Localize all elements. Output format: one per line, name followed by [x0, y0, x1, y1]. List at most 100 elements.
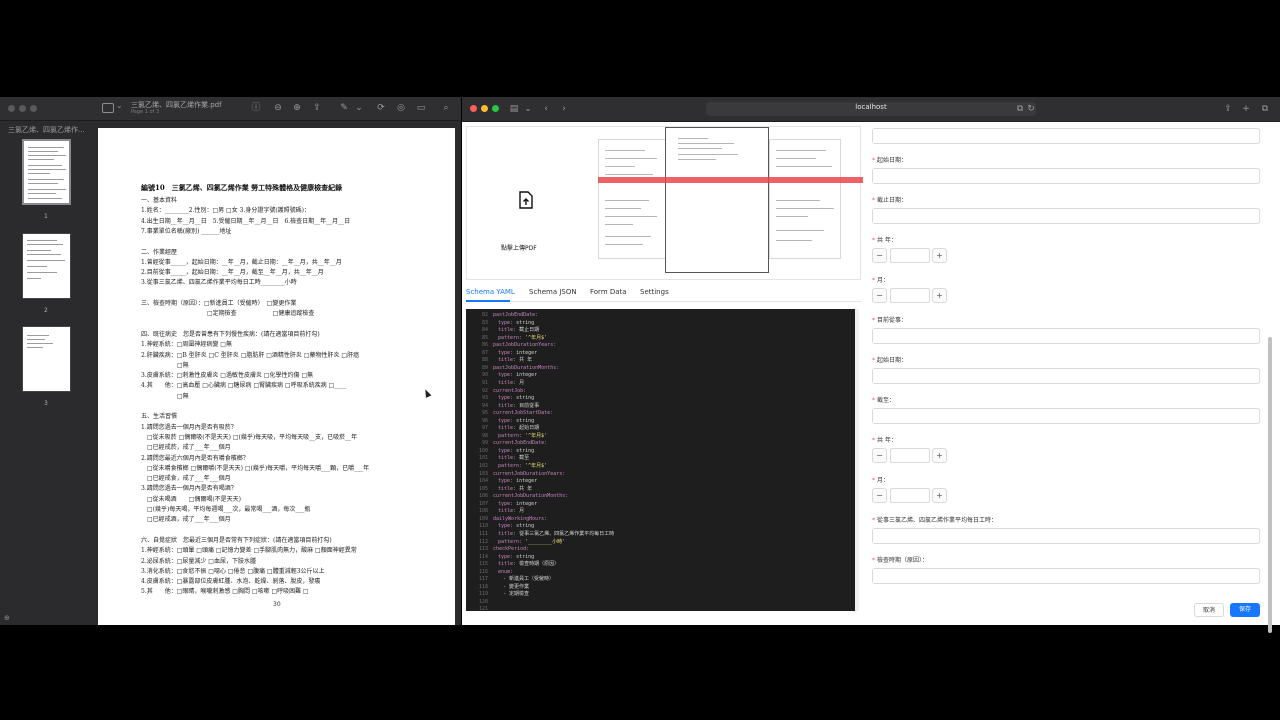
minimize-icon[interactable]: [481, 105, 488, 112]
code-token: enum:: [498, 568, 514, 575]
sidebar-toggle-icon[interactable]: [102, 103, 114, 113]
chevron-down-icon[interactable]: ⌄: [522, 103, 534, 115]
upload-pdf-label: 點擊上傳PDF: [501, 245, 537, 252]
code-token: currentJobDurationYears:: [493, 470, 566, 477]
field-label: * 共 年：: [872, 235, 897, 244]
required-mark: *: [872, 277, 875, 284]
text-input[interactable]: [872, 528, 1260, 544]
code-token: 從事三氯乙烯、四氯乙烯作業平均每日工時: [519, 530, 615, 537]
new-tab-icon[interactable]: +: [1240, 103, 1252, 115]
form-scrollbar[interactable]: [1266, 122, 1274, 633]
tab-settings[interactable]: Settings: [640, 288, 669, 296]
zoom-in-icon[interactable]: ⊕: [291, 102, 303, 114]
page-thumbnail-1[interactable]: [22, 139, 71, 205]
line-number: 121: [478, 606, 488, 611]
form-line: □無: [141, 361, 189, 369]
chevron-down-icon[interactable]: ⌄: [116, 101, 123, 110]
number-input[interactable]: [890, 488, 930, 503]
back-icon[interactable]: ‹: [540, 103, 552, 115]
plus-button[interactable]: +: [932, 448, 947, 463]
text-input[interactable]: [872, 128, 1260, 144]
minus-button[interactable]: −: [872, 248, 887, 263]
required-mark: *: [872, 477, 875, 484]
address-bar[interactable]: localhost: [706, 102, 1036, 116]
form-line: 3.請問您過去一個月內是否有喝酒？: [141, 485, 237, 493]
page-thumbnail-3[interactable]: [22, 326, 71, 392]
reload-icon[interactable]: ↻: [1025, 103, 1037, 115]
search-icon[interactable]: ⌕: [440, 102, 452, 114]
form-line: 1.神經系統：□頭暈 □頭痛 □記憶力變差 □手腳肌肉無力，酸麻 □顏面神經異常: [141, 547, 357, 555]
minus-button[interactable]: −: [872, 488, 887, 503]
pdf-upload-area[interactable]: 點擊上傳PDF: [466, 126, 863, 280]
minimize-icon[interactable]: [19, 105, 26, 112]
share-icon[interactable]: ⇪: [1222, 103, 1234, 115]
cancel-button[interactable]: 取消: [1194, 603, 1224, 617]
thumbnail-label: 3: [44, 400, 48, 407]
field-label: * 起始日期：: [872, 355, 907, 364]
zoom-icon[interactable]: [492, 105, 499, 112]
text-input[interactable]: [872, 168, 1260, 184]
close-icon[interactable]: [8, 105, 15, 112]
sidebar-toggle-icon[interactable]: ▤: [508, 103, 520, 115]
form-line: 二、作業經歷: [141, 248, 178, 256]
plus-button[interactable]: +: [932, 488, 947, 503]
number-stepper[interactable]: − +: [872, 488, 948, 503]
number-input[interactable]: [890, 448, 930, 463]
minus-button[interactable]: −: [872, 288, 887, 303]
form-line: □從未嚼食檳榔 □偶爾嚼(不是天天) □(幾乎)每天嚼，平均每天嚼___顆，已嚼…: [141, 464, 370, 472]
required-mark: *: [872, 237, 875, 244]
field-label-text: 截止日期：: [877, 197, 908, 204]
minus-button[interactable]: −: [872, 448, 887, 463]
text-input[interactable]: [872, 208, 1260, 224]
code-token: pattern:: [498, 334, 526, 341]
code-token: type:: [498, 372, 517, 379]
markup-icon[interactable]: ◎: [395, 102, 407, 114]
add-icon[interactable]: ⊕: [4, 614, 10, 622]
zoom-out-icon[interactable]: ⊖: [272, 102, 284, 114]
chevron-down-icon[interactable]: ⌄: [353, 102, 365, 114]
page-number: 30: [273, 601, 281, 608]
tab-overview-icon[interactable]: ⧉: [1259, 103, 1271, 115]
info-icon[interactable]: ⓘ: [250, 102, 262, 114]
field-label: * 共 年：: [872, 435, 897, 444]
browser-toolbar: ▤ ⌄ ‹ › localhost ⧉ ↻ ⇪ + ⧉: [462, 97, 1280, 122]
field-label-text: 起始日期：: [877, 357, 908, 364]
code-token: integer: [516, 349, 538, 356]
number-stepper[interactable]: − +: [872, 288, 948, 303]
tab-schema-yaml[interactable]: Schema YAML: [466, 288, 515, 296]
close-icon[interactable]: [470, 105, 477, 112]
desktop: ⌄ 三氯乙烯、四氯乙烯作業.pdf Page 1 of 3 ⓘ ⊖ ⊕ ⇪ ✎ …: [0, 0, 1280, 720]
zoom-icon[interactable]: [30, 105, 37, 112]
forward-icon[interactable]: ›: [558, 103, 570, 115]
code-token: pattern:: [498, 432, 526, 439]
text-input[interactable]: [872, 568, 1260, 584]
code-token: title:: [498, 327, 520, 334]
number-input[interactable]: [890, 248, 930, 263]
plus-button[interactable]: +: [932, 288, 947, 303]
number-stepper[interactable]: − +: [872, 448, 948, 463]
editor-scrollbar[interactable]: [855, 309, 859, 611]
code-token: type:: [498, 447, 517, 454]
rotate-icon[interactable]: ⟳: [375, 102, 387, 114]
markup-pen-icon[interactable]: ✎: [338, 102, 350, 114]
form-line: 五、生活習慣: [141, 413, 178, 421]
form-fill-icon[interactable]: ▭: [415, 102, 427, 114]
yaml-code-editor[interactable]: 82 pastJobEndDate: 83 type: string 84 title: …: [466, 309, 855, 611]
text-input[interactable]: [872, 368, 1260, 384]
form-line: 1.請問您過去一個月內是否有吸菸？: [141, 423, 237, 431]
code-token: title:: [498, 485, 520, 492]
text-input[interactable]: [872, 408, 1260, 424]
number-stepper[interactable]: − +: [872, 248, 948, 263]
tab-schema-json[interactable]: Schema JSON: [529, 288, 577, 296]
tab-form-data[interactable]: Form Data: [590, 288, 627, 296]
form-line: 4.其 他：□高血壓 □心臟病 □糖尿病 □腎臟疾病 □呼吸系統疾病 □____: [141, 382, 347, 390]
document-subtitle: Page 1 of 3: [131, 109, 160, 115]
share-icon[interactable]: ⇪: [311, 102, 323, 114]
number-input[interactable]: [890, 288, 930, 303]
page-thumbnail-2[interactable]: [22, 233, 71, 299]
save-button[interactable]: 保存: [1230, 603, 1260, 617]
plus-button[interactable]: +: [932, 248, 947, 263]
code-token: pattern:: [498, 538, 526, 545]
field-label-text: 目前從事：: [877, 317, 908, 324]
text-input[interactable]: [872, 328, 1260, 344]
